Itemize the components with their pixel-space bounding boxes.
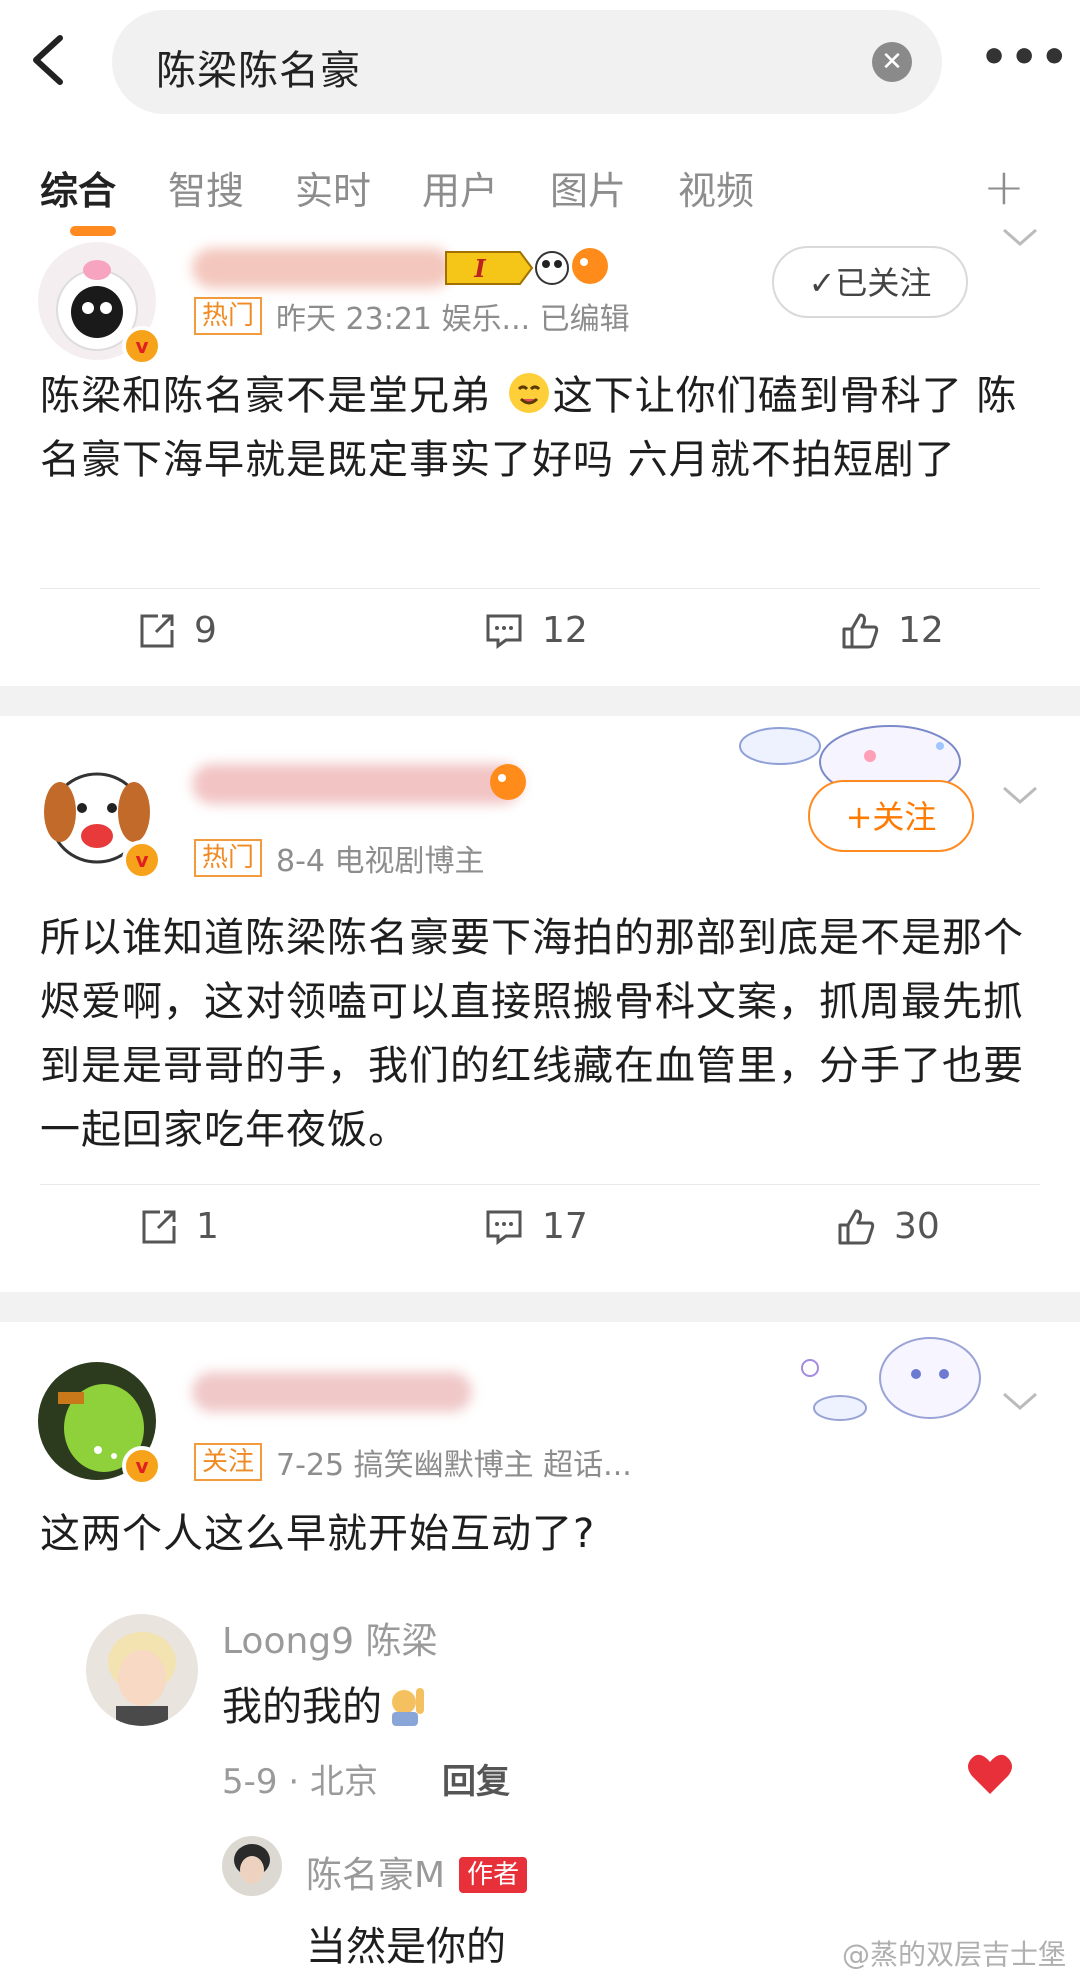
reply-meta: 5-9 · 北京 — [222, 1762, 378, 1802]
like-count: 30 — [894, 1206, 940, 1247]
post-separator — [0, 686, 1080, 716]
tab-active-indicator — [70, 226, 116, 236]
repost-button[interactable]: 9 — [138, 610, 217, 651]
comment-button[interactable]: 17 — [484, 1206, 588, 1247]
comment-icon — [486, 614, 522, 649]
chevron-down-icon[interactable] — [1000, 1390, 1040, 1414]
chevron-down-icon[interactable] — [1000, 784, 1040, 808]
sub-reply-username[interactable]: 陈名豪M — [306, 1855, 445, 1896]
comment-count: 12 — [542, 610, 588, 651]
fish-badge-icon — [572, 248, 608, 284]
avatar[interactable]: v — [38, 1362, 162, 1486]
tab-视频[interactable]: 视频 — [678, 160, 754, 215]
post-text: 所以谁知道陈梁陈名豪要下海拍的那部到底是不是那个烬爱啊，这对领嗑可以直接照搬骨科… — [40, 915, 1024, 1153]
search-input[interactable]: 陈梁陈名豪 ✕ — [112, 10, 942, 114]
sub-reply-username-row: 陈名豪M 作者 — [306, 1846, 528, 1898]
comment-icon — [486, 1210, 522, 1245]
yummy-emoji-icon — [508, 373, 549, 413]
raising-hand-emoji-icon — [392, 1688, 424, 1726]
follow-button[interactable]: +关注 — [808, 780, 974, 852]
following-tag: 关注 — [194, 1443, 263, 1481]
post-2: v 热门 8-4 电视剧博主 +关注 所以谁知道陈梁陈名豪要下海拍的那部到底是不是… — [0, 716, 1080, 1282]
tab-用户[interactable]: 用户 — [422, 160, 498, 215]
repost-button[interactable]: 1 — [140, 1206, 219, 1247]
avatar[interactable]: v — [38, 756, 162, 880]
add-tab-icon[interactable]: + — [983, 158, 1025, 216]
back-icon[interactable] — [26, 30, 70, 90]
post-meta: 昨天 23:21 娱乐... 已编辑 — [276, 302, 630, 337]
post-text: 陈梁和陈名豪不是堂兄弟 这下让你们磕到骨科了 陈名豪下海早就是既定事实了好吗 六… — [40, 364, 1040, 492]
username-blurred[interactable] — [192, 248, 452, 288]
post-3: v 关注 7-25 搞笑幽默博主 超话... 这两个人这么早就开始互动了? Loo… — [0, 1322, 1080, 1977]
post-text: 这两个人这么早就开始互动了? — [40, 1511, 596, 1557]
username-blurred[interactable] — [192, 1372, 472, 1412]
verified-icon: v — [122, 840, 162, 880]
chevron-down-icon[interactable] — [1000, 226, 1040, 250]
clear-icon[interactable]: ✕ — [872, 42, 912, 82]
fish-badge-icon — [490, 764, 526, 800]
comment-count: 17 — [542, 1206, 588, 1247]
like-count: 12 — [898, 610, 944, 651]
verified-icon: v — [122, 1446, 162, 1486]
repost-icon — [142, 1210, 176, 1243]
level-badge-icon: I — [445, 251, 569, 285]
tab-综合[interactable]: 综合 — [40, 160, 116, 215]
post-meta: 7-25 搞笑幽默博主 超话... — [276, 1448, 632, 1483]
sub-reply-avatar[interactable] — [222, 1836, 282, 1896]
reply-text: 我的我的 — [222, 1674, 430, 1732]
hot-tag: 热门 — [194, 297, 263, 335]
post-separator — [0, 1292, 1080, 1322]
comment-button[interactable]: 12 — [484, 610, 588, 651]
repost-count: 9 — [194, 610, 217, 651]
header: 陈梁陈名豪 ✕ ••• — [0, 0, 1080, 120]
thumbs-up-icon — [838, 1209, 875, 1244]
reply-username[interactable]: Loong9 陈梁 — [222, 1612, 438, 1664]
post-1: v I 热门 昨天 23:21 娱乐... 已编辑 ✓已关注 陈梁和陈名豪不是堂兄… — [0, 228, 1080, 686]
post-meta: 8-4 电视剧博主 — [276, 844, 485, 879]
repost-icon — [140, 614, 174, 647]
sub-reply-text: 当然是你的 — [306, 1924, 506, 1970]
svg-text:I: I — [473, 254, 486, 283]
verified-icon: v — [122, 326, 162, 366]
tab-bar: 综合 智搜 实时 用户 图片 视频 + — [0, 150, 1080, 240]
username-blurred[interactable] — [192, 764, 522, 804]
like-button[interactable]: 30 — [836, 1206, 940, 1247]
like-button[interactable]: 12 — [840, 610, 944, 651]
search-query: 陈梁陈名豪 — [156, 48, 361, 94]
reply-button[interactable]: 回复 — [442, 1754, 510, 1803]
more-icon[interactable]: ••• — [980, 36, 1068, 80]
hot-tag: 热门 — [194, 839, 263, 877]
heart-icon[interactable] — [966, 1752, 1014, 1796]
following-button[interactable]: ✓已关注 — [772, 246, 968, 318]
tab-实时[interactable]: 实时 — [295, 160, 371, 215]
thumbs-up-icon — [842, 613, 879, 648]
cloud-decoration-icon — [801, 1337, 981, 1421]
author-badge: 作者 — [459, 1857, 528, 1893]
repost-count: 1 — [196, 1206, 219, 1247]
watermark: @蒸的双层吉士堡 — [841, 1938, 1066, 1971]
avatar[interactable]: v — [38, 242, 162, 366]
tab-图片[interactable]: 图片 — [550, 160, 626, 215]
tab-智搜[interactable]: 智搜 — [168, 160, 244, 215]
reply-avatar[interactable] — [86, 1614, 198, 1726]
